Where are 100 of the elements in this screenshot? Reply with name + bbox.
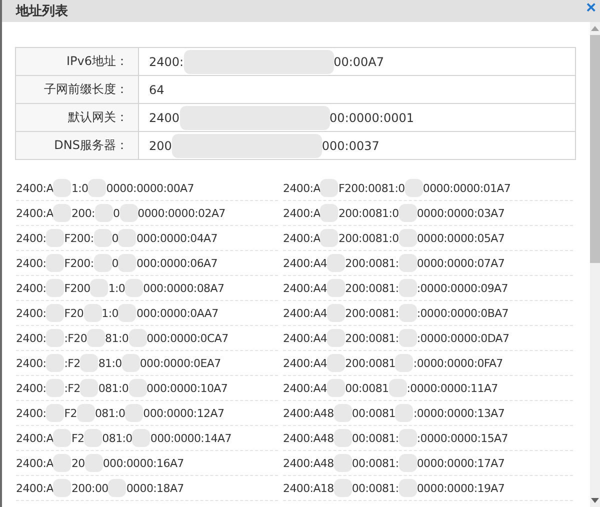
address-text: 1:0 bbox=[71, 182, 88, 194]
address-text: 00:0000:0001 bbox=[330, 110, 414, 124]
address-text: :0000:0000:0BA7 bbox=[416, 306, 509, 320]
address-text: 000:0000:0EA7 bbox=[140, 356, 221, 370]
address-text: 200:0081:0 bbox=[338, 206, 399, 220]
field-label: 默认网关： bbox=[16, 104, 138, 132]
address-text: 00:0081: bbox=[352, 432, 399, 444]
address-text: 2400:A bbox=[16, 432, 54, 444]
address-text: F20 bbox=[64, 306, 84, 320]
address-text: :F2 bbox=[64, 356, 80, 370]
address-text: 200:0081: bbox=[345, 332, 399, 344]
address-text: 081:0 bbox=[94, 406, 126, 420]
address-text: 081:0 bbox=[98, 382, 129, 394]
address-text: :0000:0000:15A7 bbox=[416, 432, 508, 444]
address-text: 200:0081:0 bbox=[338, 232, 399, 244]
address-text: 2400:A4 bbox=[283, 356, 328, 370]
address-text: 00:0081: bbox=[352, 456, 399, 470]
address-text: 2400:A48 bbox=[283, 406, 334, 420]
address-text: 2400:A bbox=[283, 206, 320, 220]
field-label: 子网前缀长度： bbox=[16, 76, 138, 104]
scrollbar-thumb[interactable] bbox=[590, 35, 600, 263]
address-text: 00:00A7 bbox=[334, 54, 384, 68]
address-text: :F20 bbox=[64, 332, 88, 344]
address-text: 000:0000:0CA7 bbox=[146, 332, 228, 344]
address-text: :0000:0000:11A7 bbox=[406, 382, 498, 394]
address-text: 0000:0000:17A7 bbox=[416, 456, 505, 470]
address-text: 0000:18A7 bbox=[126, 482, 184, 494]
address-text: 81:0 bbox=[98, 356, 122, 370]
dialog-title: 地址列表 bbox=[16, 3, 68, 20]
address-text: 0 bbox=[112, 232, 118, 244]
address-text: 2400: bbox=[16, 406, 46, 420]
address-text: 200:0081: bbox=[345, 282, 399, 294]
address-text: 81:0 bbox=[105, 332, 129, 344]
address-text: :0000:0000:09A7 bbox=[416, 282, 508, 294]
address-text: 2400:A4 bbox=[283, 282, 328, 294]
address-text: 000:0000:16A7 bbox=[102, 456, 184, 470]
address-text: 1:0 bbox=[102, 306, 118, 320]
address-text: 2400:A18 bbox=[283, 482, 334, 494]
field-label: IPv6地址： bbox=[16, 48, 138, 76]
address-text: 2400:A bbox=[283, 182, 320, 194]
address-text: 000:0000:12A7 bbox=[143, 406, 224, 420]
address-text: 2400: bbox=[16, 356, 46, 370]
scrollbar[interactable] bbox=[590, 22, 600, 507]
address-text: 0 bbox=[112, 206, 120, 220]
address-text: 2400 bbox=[149, 110, 180, 124]
address-text: 2400: bbox=[149, 54, 184, 68]
address-text: F2 bbox=[64, 406, 77, 420]
address-text: 64 bbox=[149, 82, 164, 96]
address-text: 000:0000:0AA7 bbox=[136, 306, 218, 320]
address-text: 2400:A4 bbox=[283, 306, 328, 320]
address-text: F200:0081:0 bbox=[338, 182, 405, 194]
address-text: 000:0000:04A7 bbox=[136, 232, 218, 244]
address-text: F2 bbox=[71, 432, 84, 444]
address-text: 2400:A bbox=[16, 482, 54, 494]
address-text: :0000:0000:13A7 bbox=[413, 406, 505, 420]
address-text: 0000:0000:03A7 bbox=[416, 206, 505, 220]
address-text: 20 bbox=[71, 456, 85, 470]
address-text: 2400:A4 bbox=[283, 382, 328, 394]
address-text: 2400: bbox=[16, 382, 46, 394]
address-text: 2400: bbox=[16, 282, 46, 294]
address-text: 00:0081: bbox=[352, 482, 399, 494]
address-text: :0000:0000:0DA7 bbox=[416, 332, 510, 344]
address-text: 2400:A4 bbox=[283, 256, 328, 270]
address-text: 2400:A48 bbox=[283, 432, 334, 444]
address-text: 200 bbox=[149, 138, 172, 152]
address-text: 000:0000:14A7 bbox=[150, 432, 232, 444]
address-text: 200:00 bbox=[71, 482, 108, 494]
address-text: 2400: bbox=[16, 306, 46, 320]
address-text: 200: bbox=[71, 206, 95, 220]
address-text: 2400: bbox=[16, 232, 46, 244]
address-text: 0000:0000:02A7 bbox=[138, 206, 226, 220]
address-text: 00:0081 bbox=[352, 406, 396, 420]
address-text: 2400:A4 bbox=[283, 332, 328, 344]
address-text: :0000:0000:0FA7 bbox=[413, 356, 503, 370]
address-text: 1:0 bbox=[108, 282, 126, 294]
address-text: F200 bbox=[64, 282, 90, 294]
scroll-down-icon[interactable] bbox=[591, 498, 599, 503]
address-text: 0000:0000:19A7 bbox=[416, 482, 505, 494]
address-text: 2400:A bbox=[283, 232, 320, 244]
address-text: 200:0081: bbox=[345, 306, 399, 320]
address-text: 0 bbox=[112, 256, 118, 270]
address-text: 00:0081 bbox=[345, 382, 389, 394]
close-button[interactable]: × bbox=[582, 0, 600, 17]
address-text: 000:0000:10A7 bbox=[146, 382, 228, 394]
address-text: 2400:A bbox=[16, 456, 54, 470]
address-text: 2400: bbox=[16, 332, 46, 344]
address-text: 2400: bbox=[16, 256, 46, 270]
field-label: DNS服务器： bbox=[16, 132, 138, 160]
address-text: 000:0000:06A7 bbox=[136, 256, 218, 270]
address-text: 0000:0000:05A7 bbox=[416, 232, 505, 244]
address-text: F200: bbox=[64, 256, 94, 270]
address-text: 200:0081: bbox=[345, 256, 399, 270]
address-text: 0000:0000:00A7 bbox=[106, 182, 194, 194]
address-text: 0000:0000:01A7 bbox=[422, 182, 511, 194]
address-text: 0000:0000:07A7 bbox=[416, 256, 505, 270]
address-text: :F2 bbox=[64, 382, 80, 394]
address-text: 2400:A bbox=[16, 206, 54, 220]
address-text: 2400:A48 bbox=[283, 456, 334, 470]
address-text: 2400:A bbox=[16, 182, 54, 194]
address-text: 000:0000:08A7 bbox=[143, 282, 224, 294]
